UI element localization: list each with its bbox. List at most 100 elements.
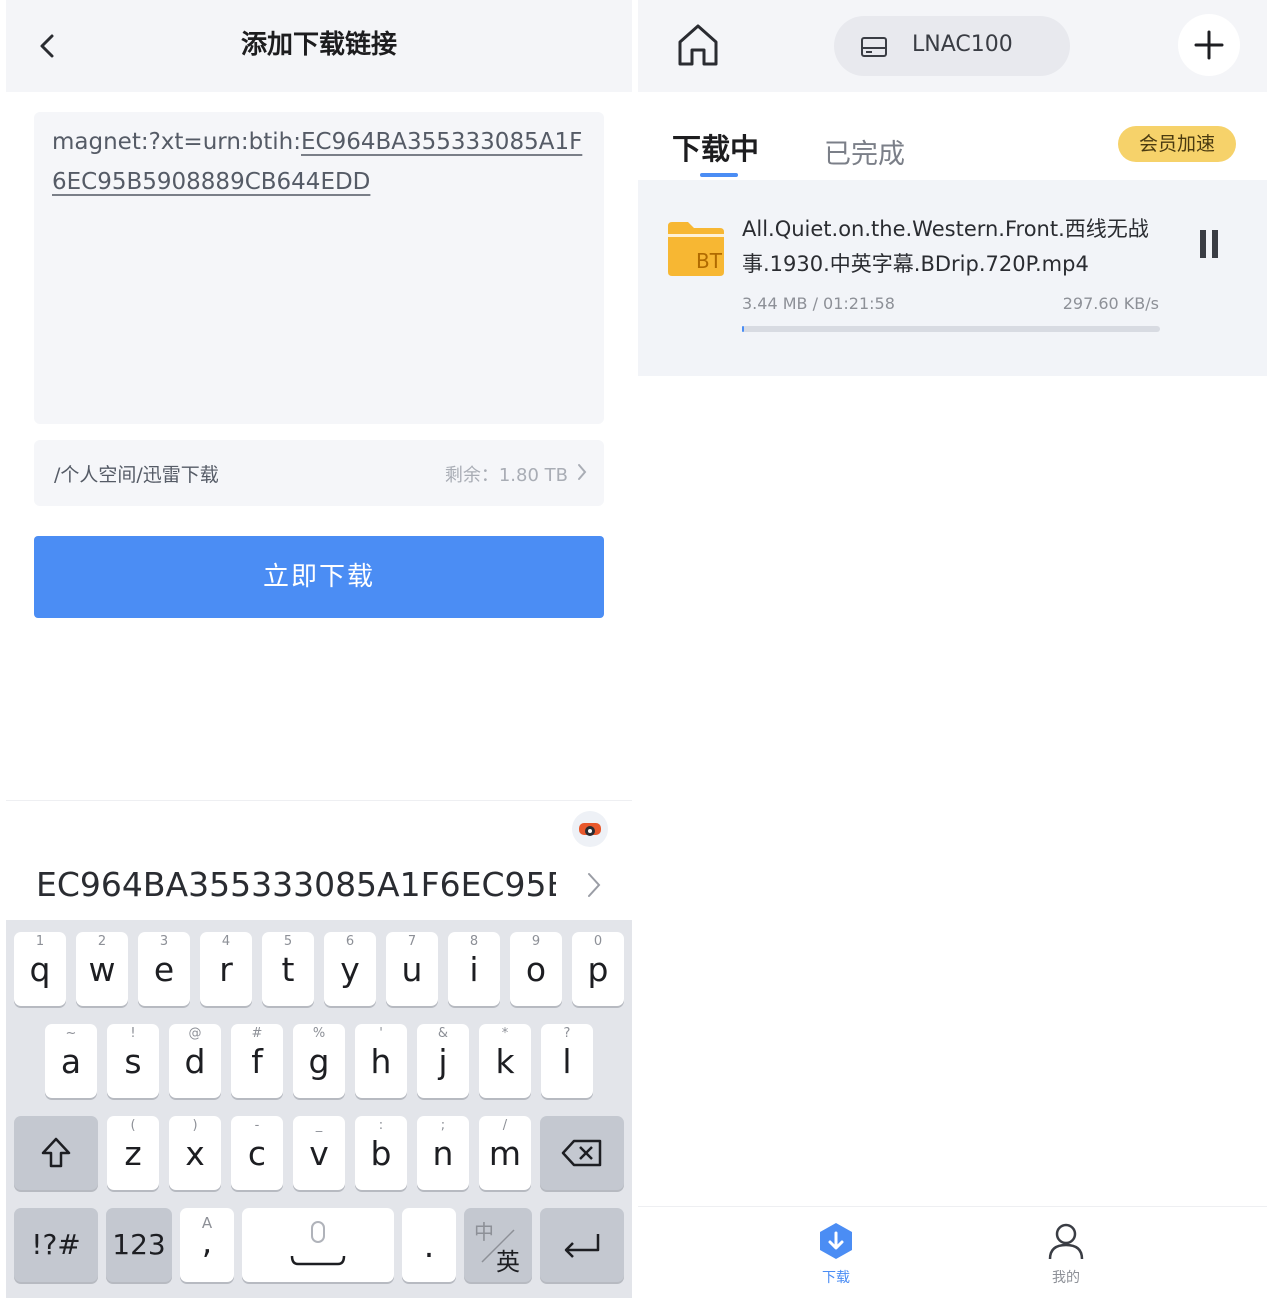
key-hint: 0 (593, 934, 603, 949)
progress-fill (742, 326, 745, 332)
key-y[interactable]: 6y (324, 932, 376, 1006)
key-hint: ) (192, 1118, 198, 1133)
comma-key-label: , (201, 1222, 213, 1261)
key-label: q (29, 950, 51, 989)
link-prefix: magnet:?xt=urn:btih: (52, 129, 301, 155)
key-label: x (185, 1134, 205, 1173)
key-hint: ( (130, 1118, 136, 1133)
key-i[interactable]: 8i (448, 932, 500, 1006)
shift-key[interactable] (14, 1116, 98, 1190)
key-k[interactable]: * k (479, 1024, 531, 1098)
save-path: /个人空间/迅雷下载 (54, 464, 219, 486)
backspace-key[interactable] (540, 1116, 624, 1190)
key-hint: ? (563, 1026, 571, 1041)
key-v[interactable]: _ v (293, 1116, 345, 1190)
key-s[interactable]: ! s (107, 1024, 159, 1098)
key-label: r (219, 950, 233, 989)
chevron-right-icon[interactable] (586, 871, 602, 899)
key-b[interactable]: :b (355, 1116, 407, 1190)
language-switch-key[interactable]: 中 英 (464, 1208, 532, 1282)
key-m[interactable]: / m (479, 1116, 531, 1190)
key-x[interactable]: ) x (169, 1116, 221, 1190)
download-now-button[interactable]: 立即下载 (34, 536, 604, 618)
enter-key[interactable] (540, 1208, 624, 1282)
return-icon (564, 1234, 600, 1258)
download-task[interactable]: BT All.Quiet.on.the.Western.Front.西线无战事.… (638, 180, 1267, 376)
comma-key[interactable]: A , (180, 1208, 234, 1282)
nav-download[interactable]: 下载 (808, 1221, 864, 1287)
bottom-nav: 下载 我的 (638, 1206, 1267, 1298)
pause-icon[interactable] (1198, 230, 1220, 258)
vip-speedup-button[interactable]: 会员加速 (1118, 126, 1236, 162)
key-label: f (251, 1042, 263, 1081)
key-j[interactable]: & j (417, 1024, 469, 1098)
ime-candidate[interactable]: EC964BA355333085A1F6EC95B (36, 865, 556, 904)
numbers-key[interactable]: 123 (106, 1208, 172, 1282)
key-o[interactable]: 9o (510, 932, 562, 1006)
add-link-screen: 添加下载链接 magnet:?xt=urn:btih:EC964BA355333… (6, 0, 632, 1298)
page-title: 添加下载链接 (240, 30, 397, 60)
task-size-time: 3.44 MB / 01:21:58 (742, 294, 895, 313)
key-hint: 1 (35, 934, 45, 949)
key-label: g (308, 1042, 330, 1081)
key-label: b (370, 1134, 392, 1173)
key-hint: * (501, 1026, 509, 1041)
drive-icon (861, 37, 887, 57)
symbols-key[interactable]: !?# (14, 1208, 98, 1282)
key-label: p (587, 950, 609, 989)
key-n[interactable]: ; n (417, 1116, 469, 1190)
key-z[interactable]: (z (107, 1116, 159, 1190)
lang-bottom-label: 英 (496, 1248, 520, 1276)
key-hint: # (251, 1026, 263, 1041)
key-u[interactable]: 7u (386, 932, 438, 1006)
ime-mascot-icon[interactable] (572, 811, 608, 847)
header-bar: LNAC100 (638, 0, 1267, 92)
key-l[interactable]: ? l (541, 1024, 593, 1098)
key-label: m (488, 1134, 522, 1173)
key-label: v (309, 1134, 329, 1173)
download-manager-screen: LNAC100 下载中 已完成 会员加速 BT All.Quiet.on.the… (638, 0, 1267, 1298)
shift-icon (41, 1137, 71, 1168)
key-t[interactable]: 5t (262, 932, 314, 1006)
period-key[interactable]: . (402, 1208, 456, 1282)
device-name: LNAC100 (912, 32, 1013, 57)
keyboard: 1q2w3e4r5t6y7u8i9o0p ~ a! s @ d # f% g ' h & j * k? l … (6, 920, 632, 1298)
nav-mine[interactable]: 我的 (1038, 1221, 1094, 1287)
home-icon[interactable] (676, 22, 720, 68)
key-d[interactable]: @ d (169, 1024, 221, 1098)
key-r[interactable]: 4r (200, 932, 252, 1006)
link-input[interactable]: magnet:?xt=urn:btih:EC964BA355333085A1F6… (34, 112, 604, 424)
task-speed: 297.60 KB/s (1062, 294, 1159, 313)
key-hint: 3 (159, 934, 169, 949)
tab-completed[interactable]: 已完成 (824, 132, 905, 171)
key-hint: & (437, 1026, 449, 1041)
key-a[interactable]: ~ a (45, 1024, 97, 1098)
add-task-button[interactable] (1178, 14, 1240, 76)
key-hint: ; (440, 1118, 446, 1133)
space-key[interactable] (242, 1208, 394, 1282)
key-hint: - (254, 1118, 260, 1133)
key-label: c (247, 1134, 267, 1173)
ime-candidate-bar: EC964BA355333085A1F6EC95B (6, 800, 632, 920)
key-q[interactable]: 1q (14, 932, 66, 1006)
key-c[interactable]: -c (231, 1116, 283, 1190)
key-h[interactable]: ' h (355, 1024, 407, 1098)
chevron-right-icon (578, 464, 587, 480)
key-g[interactable]: % g (293, 1024, 345, 1098)
tab-downloading[interactable]: 下载中 (672, 126, 759, 168)
key-hint: ! (130, 1026, 136, 1041)
bt-folder-icon: BT (668, 222, 724, 276)
key-label: t (281, 950, 295, 989)
key-p[interactable]: 0p (572, 932, 624, 1006)
key-hint: ' (379, 1026, 383, 1041)
key-f[interactable]: # f (231, 1024, 283, 1098)
key-e[interactable]: 3e (138, 932, 190, 1006)
save-path-row[interactable]: /个人空间/迅雷下载 剩余：1.80 TB (34, 440, 604, 506)
key-label: e (153, 950, 175, 989)
key-hint: 5 (283, 934, 293, 949)
nav-mine-label: 我的 (1052, 1270, 1080, 1286)
key-label: h (370, 1042, 392, 1081)
device-selector[interactable]: LNAC100 (834, 16, 1070, 76)
key-w[interactable]: 2w (76, 932, 128, 1006)
bt-badge: BT (696, 249, 723, 273)
